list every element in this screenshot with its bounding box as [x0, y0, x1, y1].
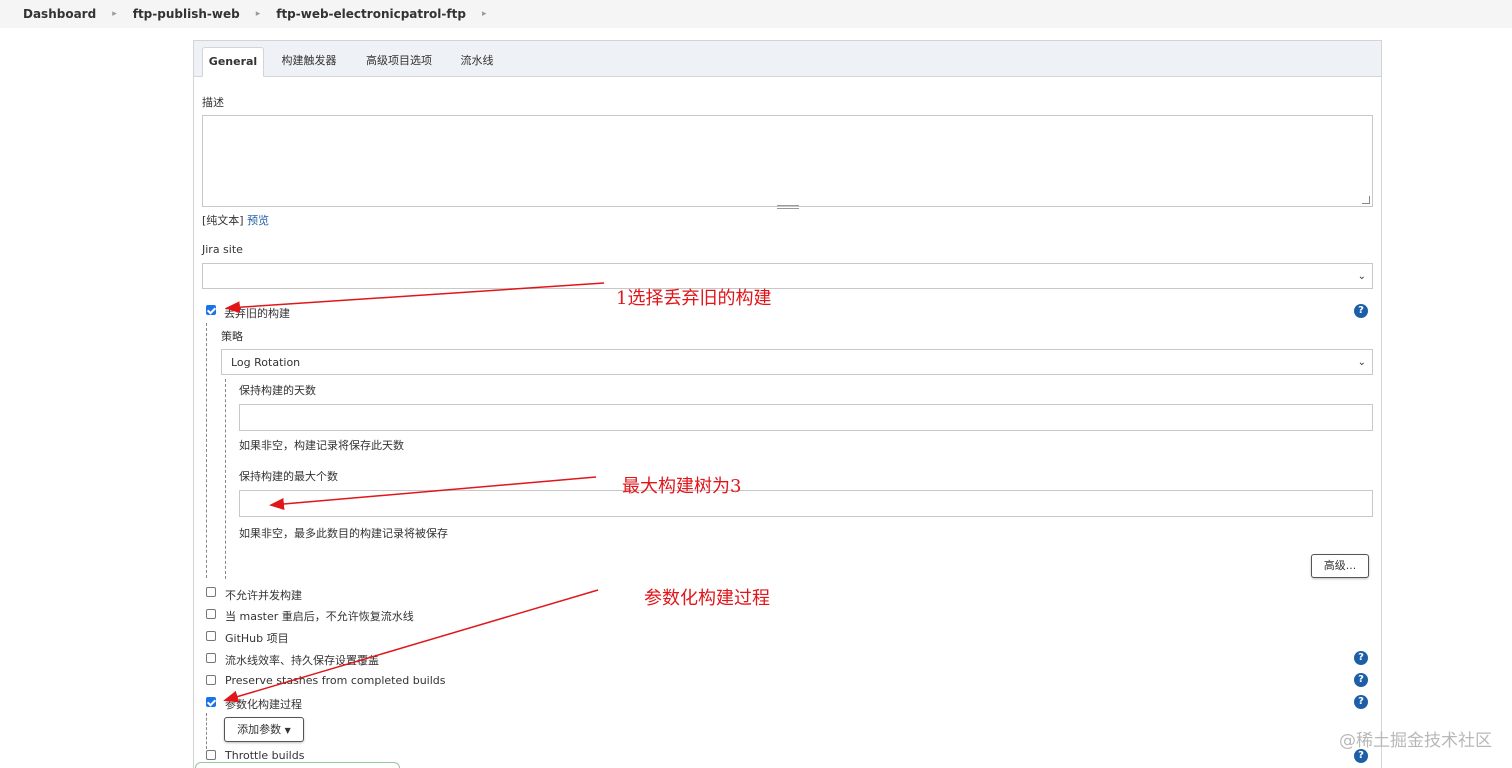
pipeline-durability-checkbox[interactable] [206, 653, 216, 663]
watermark: @稀土掘金技术社区 [1339, 731, 1492, 751]
annotation-max-builds: 最大构建树为3 [622, 476, 742, 497]
help-icon[interactable]: ? [1354, 695, 1368, 709]
caret-down-icon: ▼ [284, 726, 291, 735]
section-guide-line [206, 323, 207, 578]
strategy-value: Log Rotation [231, 356, 301, 369]
chevron-down-icon: ⌄ [1357, 271, 1366, 282]
discard-old-builds-label: 丢弃旧的构建 [224, 307, 290, 320]
breadcrumb-ftp-publish-web[interactable]: ftp-publish-web [133, 7, 240, 21]
throttle-builds-label: Throttle builds [225, 749, 305, 762]
resize-handle-icon[interactable] [1362, 196, 1370, 204]
no-concurrent-builds-label: 不允许并发构建 [225, 589, 302, 602]
max-builds-label: 保持构建的最大个数 [239, 470, 338, 483]
chevron-right-icon[interactable]: ▸ [112, 9, 117, 19]
drag-handle-icon[interactable] [777, 205, 799, 209]
help-icon[interactable]: ? [1354, 749, 1368, 763]
add-parameter-button[interactable]: 添加参数 ▼ [224, 717, 304, 742]
advanced-button[interactable]: 高级... [1311, 554, 1369, 578]
preserve-stashes-checkbox[interactable] [206, 675, 216, 685]
tab-pipeline[interactable]: 流水线 [452, 47, 502, 77]
jira-site-select[interactable]: ⌄ [202, 263, 1373, 289]
annotation-parameterized-build: 参数化构建过程 [644, 588, 770, 609]
strategy-guide-line [225, 379, 226, 579]
add-parameter-label: 添加参数 [237, 723, 282, 736]
max-builds-hint: 如果非空，最多此数目的构建记录将被保存 [239, 527, 448, 540]
plain-text-label: [纯文本] [202, 214, 244, 227]
days-to-keep-input[interactable] [239, 404, 1373, 431]
days-to-keep-hint: 如果非空，构建记录将保存此天数 [239, 439, 404, 452]
preview-link[interactable]: 预览 [247, 214, 269, 227]
chevron-down-icon: ⌄ [1357, 357, 1366, 368]
tab-general[interactable]: General [202, 47, 264, 77]
description-format: [纯文本] 预览 [202, 212, 269, 228]
throttle-builds-checkbox[interactable] [206, 750, 216, 760]
pipeline-durability-label: 流水线效率、持久保存设置覆盖 [225, 654, 379, 667]
github-project-label: GitHub 项目 [225, 632, 289, 645]
param-guide-line [206, 713, 207, 749]
strategy-select[interactable]: Log Rotation ⌄ [221, 349, 1373, 375]
help-icon[interactable]: ? [1354, 673, 1368, 687]
breadcrumb: Dashboard ▸ ftp-publish-web ▸ ftp-web-el… [0, 0, 1512, 28]
config-panel: General 构建触发器 高级项目选项 流水线 描述 [纯文本] 预览 Jir… [193, 40, 1382, 768]
description-label: 描述 [202, 96, 224, 109]
max-builds-input[interactable] [239, 490, 1373, 517]
help-icon[interactable]: ? [1354, 304, 1368, 318]
breadcrumb-dashboard[interactable]: Dashboard [23, 7, 96, 21]
breadcrumb-job[interactable]: ftp-web-electronicpatrol-ftp [276, 7, 466, 21]
tab-bar: General 构建触发器 高级项目选项 流水线 [194, 41, 1381, 77]
days-to-keep-label: 保持构建的天数 [239, 384, 316, 397]
parameterized-build-label: 参数化构建过程 [225, 698, 302, 711]
parameterized-build-checkbox[interactable] [206, 697, 216, 707]
no-concurrent-builds-checkbox[interactable] [206, 587, 216, 597]
description-textarea[interactable] [202, 115, 1373, 209]
github-project-checkbox[interactable] [206, 631, 216, 641]
preserve-stashes-label: Preserve stashes from completed builds [225, 674, 446, 687]
bottom-tab [195, 762, 400, 768]
tab-advanced-options[interactable]: 高级项目选项 [356, 47, 442, 77]
chevron-right-icon[interactable]: ▸ [256, 9, 261, 19]
jira-site-label: Jira site [202, 243, 243, 256]
chevron-right-icon[interactable]: ▸ [482, 9, 487, 19]
no-resume-pipeline-checkbox[interactable] [206, 609, 216, 619]
help-icon[interactable]: ? [1354, 651, 1368, 665]
strategy-label: 策略 [221, 330, 243, 343]
no-resume-pipeline-label: 当 master 重启后，不允许恢复流水线 [225, 610, 414, 623]
tab-build-triggers[interactable]: 构建触发器 [272, 47, 346, 77]
discard-old-builds-checkbox[interactable] [206, 305, 216, 315]
annotation-discard-old-builds: 1选择丢弃旧的构建 [616, 288, 772, 309]
